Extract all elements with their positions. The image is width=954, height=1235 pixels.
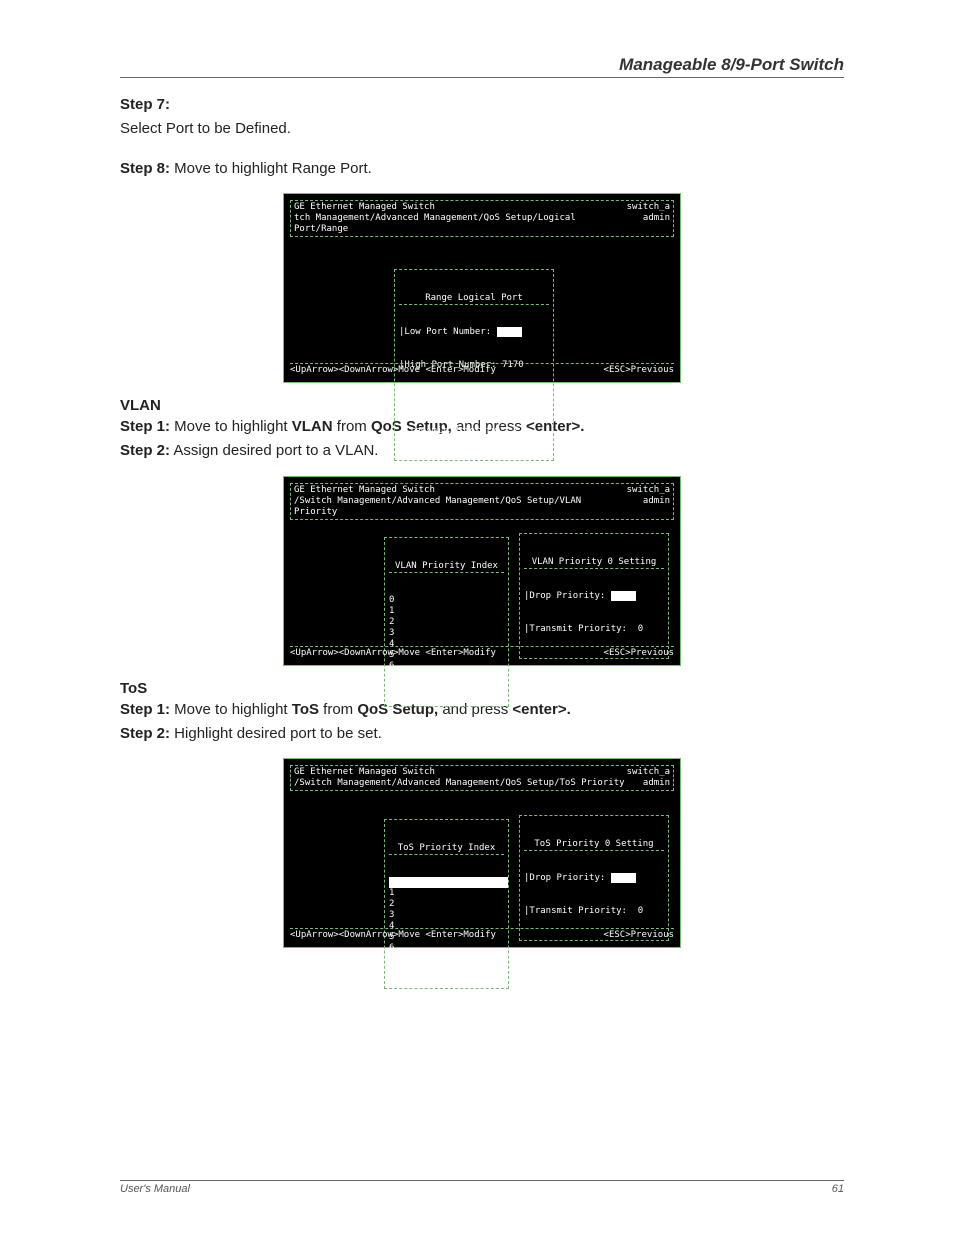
term3-transmit-priority: |Transmit Priority: 0 [524,906,664,917]
step7-label: Step 7: [120,94,844,116]
term1-footer-left: <UpArrow><DownArrow>Move <Enter>Modify [290,365,496,376]
term1-footer-right: <ESC>Previous [604,365,674,376]
term2-title: GE Ethernet Managed Switch [294,485,627,496]
term3-footer-right: <ESC>Previous [604,930,674,941]
term2-drop-priority-label: |Drop Priority: [524,591,611,601]
term3-host: switch_a [627,767,670,778]
page-number: 61 [832,1183,844,1195]
term1-low-port-label: |Low Port Number: [399,327,497,337]
term2-transmit-priority: |Transmit Priority: 0 [524,624,664,635]
term1-drop-priority: |Drop Priority: Low [399,393,549,404]
term2-left-title: VLAN Priority Index [389,561,504,573]
tos-step2-label: Step 2: [120,725,170,742]
term2-right-title: VLAN Priority 0 Setting [524,557,664,569]
term3-title: GE Ethernet Managed Switch [294,767,625,778]
vlan-step2-label: Step 2: [120,442,170,459]
vlan-step1-label: Step 1: [120,418,170,435]
page: Manageable 8/9-Port Switch Step 7: Selec… [0,0,954,1235]
term3-right-title: ToS Priority 0 Setting [524,839,664,851]
tos-step1-label: Step 1: [120,701,170,718]
term2-drop-priority-value: High [611,591,637,601]
step8-line: Step 8: Move to highlight Range Port. [120,158,844,180]
step8-text: Move to highlight Range Port. [170,160,372,177]
term1-panel-title: Range Logical Port [399,293,549,305]
term3-footer-left: <UpArrow><DownArrow>Move <Enter>Modify [290,930,496,941]
term3-drop-priority-label: |Drop Priority: [524,873,611,883]
term2-footer-left: <UpArrow><DownArrow>Move <Enter>Modify [290,648,496,659]
term3-path: /Switch Management/Advanced Management/Q… [294,778,625,789]
step7-text: Select Port to be Defined. [120,118,844,140]
term2-footer-right: <ESC>Previous [604,648,674,659]
term1-path: tch Management/Advanced Management/QoS S… [294,213,627,235]
term1-host: switch_a [627,202,670,213]
term1-transmit-priority: |Transmit Priority: 7 [399,426,549,437]
term2-index-list: 0 1 2 3 4 5 6 7 [389,595,504,683]
page-footer: User's Manual 61 [120,1180,844,1195]
term1-low-port-value: 5970 [497,327,523,337]
terminal-screenshot-1: GE Ethernet Managed Switch tch Managemen… [283,193,681,383]
term2-path: /Switch Management/Advanced Management/Q… [294,496,627,518]
tos-step2: Step 2: Highlight desired port to be set… [120,723,844,745]
term2-host: switch_a [627,485,670,496]
term1-user: admin [627,213,670,224]
page-header: Manageable 8/9-Port Switch [120,55,844,78]
step8-label: Step 8: [120,160,170,177]
term3-left-title: ToS Priority Index [389,843,504,855]
term2-user: admin [627,496,670,507]
terminal-screenshot-3: GE Ethernet Managed Switch /Switch Manag… [283,758,681,948]
footer-left: User's Manual [120,1183,190,1195]
terminal-screenshot-2: GE Ethernet Managed Switch /Switch Manag… [283,476,681,666]
term3-user: admin [627,778,670,789]
term1-title: GE Ethernet Managed Switch [294,202,627,213]
term3-drop-priority-value: High [611,873,637,883]
